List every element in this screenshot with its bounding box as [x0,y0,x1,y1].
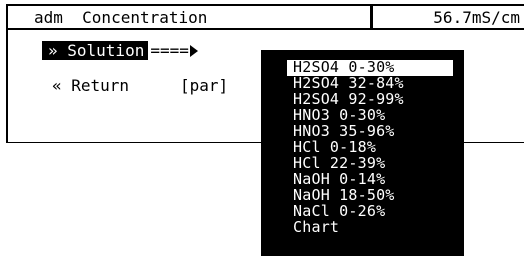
solution-row[interactable]: » Solution ==== [42,41,198,60]
solution-arrow-line: ==== [150,41,189,60]
solution-menu-list: H2SO4 0-30% H2SO4 32-84% H2SO4 92-99% HN… [287,60,453,236]
device-screen: adm Concentration 56.7mS/cm » Solution =… [0,0,524,258]
header-bar: adm Concentration 56.7mS/cm [6,4,524,30]
arrow-right-icon [189,44,198,57]
header-title: adm Concentration [34,8,208,27]
solution-option[interactable]: » Solution [42,41,149,60]
menu-item-chart[interactable]: Chart [287,220,453,236]
return-option[interactable]: « Return [52,76,129,96]
conductivity-value: 56.7mS/cm [433,8,520,27]
par-option[interactable]: [par] [180,76,228,96]
solution-dropdown-menu: H2SO4 0-30% H2SO4 32-84% H2SO4 92-99% HN… [261,50,464,256]
header-divider [370,6,373,30]
